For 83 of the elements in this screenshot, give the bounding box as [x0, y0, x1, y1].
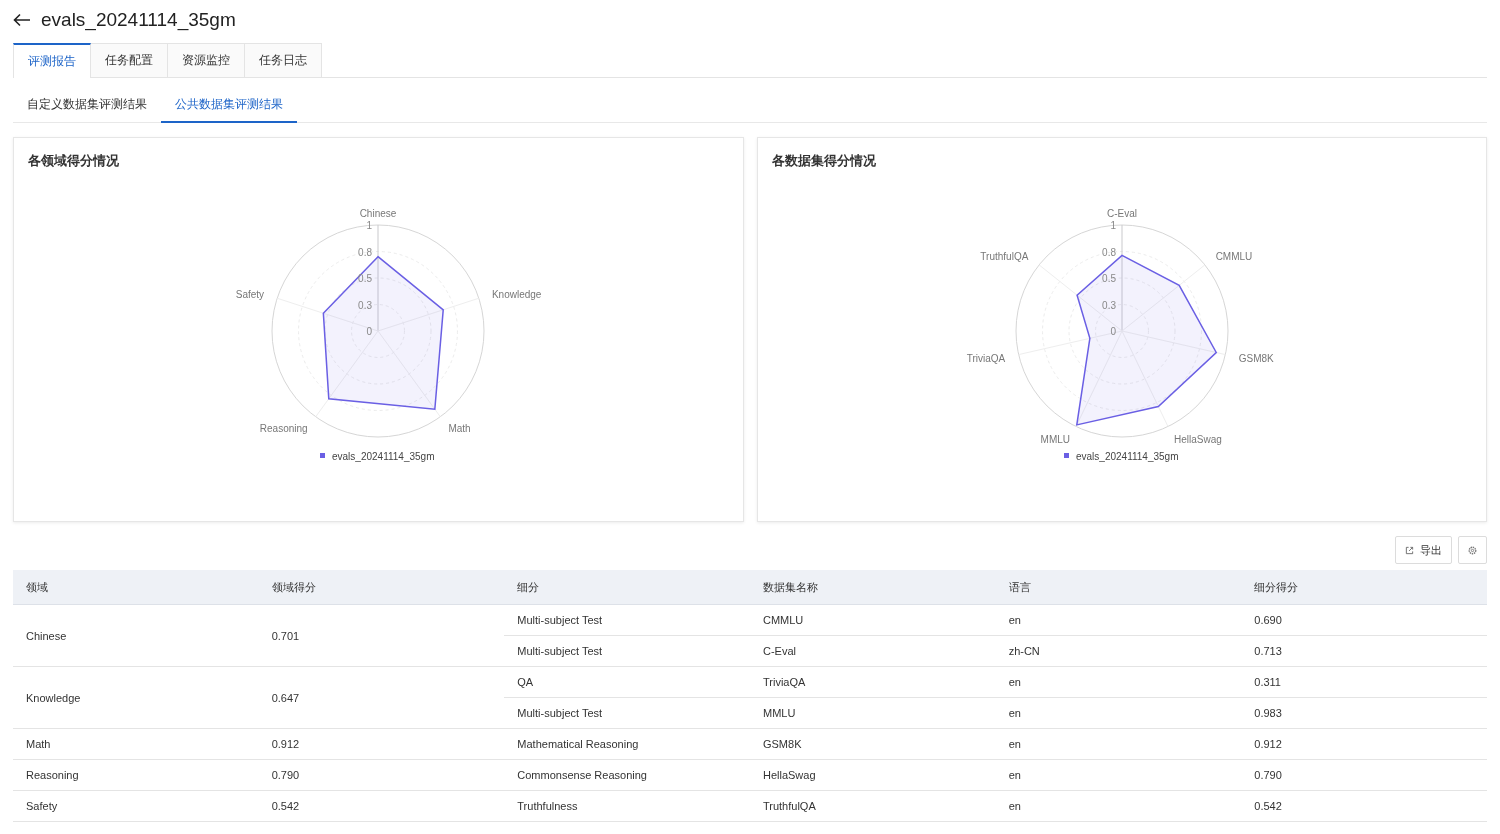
table-cell: CMMLU [749, 604, 996, 636]
table-cell: Multi-subject Test [504, 635, 750, 667]
table-cell: 0.542 [1241, 790, 1487, 822]
table-cell: en [995, 604, 1242, 636]
axis-label: Chinese [359, 208, 397, 219]
table-cell: zh-CN [995, 635, 1242, 667]
column-header: 细分得分 [1241, 570, 1487, 605]
table-cell: Multi-subject Test [504, 604, 750, 636]
table-cell: en [995, 790, 1242, 822]
table-cell: 0.912 [1241, 728, 1487, 760]
tick-label: 0.3 [358, 299, 373, 311]
column-header: 领域 [13, 570, 259, 605]
axis-label: HellaSwag [1173, 433, 1222, 445]
axis-label: TriviaQA [966, 352, 1005, 364]
subtab[interactable]: 自定义数据集评测结果 [13, 90, 161, 123]
table-cell: Multi-subject Test [504, 697, 750, 729]
tab[interactable]: 资源监控 [168, 43, 245, 77]
tick-label: 0.8 [358, 246, 373, 258]
table-cell: C-Eval [749, 635, 996, 667]
tick-label: 1 [366, 220, 373, 231]
table-cell: Safety [13, 790, 259, 822]
table-cell: 0.713 [1241, 635, 1487, 667]
tick-label: 0 [1110, 326, 1116, 337]
table-cell: 0.912 [258, 728, 505, 760]
table-cell: GSM8K [749, 728, 996, 760]
table-cell: 0.311 [1241, 666, 1487, 698]
axis-label: C-Eval [1106, 208, 1137, 219]
axis-label: TruthfulQA [980, 251, 1029, 263]
table-cell: 0.790 [1241, 759, 1487, 791]
axis-label: Knowledge [492, 289, 542, 300]
table-cell: 0.701 [258, 604, 505, 667]
tick-label: 0 [366, 326, 373, 337]
table-cell: 0.690 [1241, 604, 1487, 636]
axis-label: Math [448, 422, 471, 434]
tab[interactable]: 任务日志 [245, 43, 322, 77]
column-header: 语言 [995, 570, 1242, 605]
tab[interactable]: 任务配置 [91, 43, 168, 77]
table-cell: 0.542 [258, 790, 505, 822]
table-cell: Chinese [13, 604, 259, 667]
tick-label: 0.8 [1101, 246, 1116, 258]
table-cell: TruthfulQA [749, 790, 996, 822]
external-link-icon [1405, 545, 1414, 555]
table-cell: en [995, 759, 1242, 791]
axis-label: CMMLU [1215, 251, 1253, 263]
table-cell: HellaSwag [749, 759, 996, 791]
table-cell: TriviaQA [749, 666, 996, 698]
tab[interactable]: 评测报告 [13, 43, 91, 78]
table-cell: 0.790 [258, 759, 505, 791]
table-cell: en [995, 666, 1242, 698]
table-cell: en [995, 728, 1242, 760]
table-cell: Knowledge [13, 666, 259, 729]
subtab[interactable]: 公共数据集评测结果 [161, 90, 297, 123]
legend-swatch [320, 453, 326, 458]
tick-label: 0.5 [1101, 273, 1116, 284]
table-cell: QA [504, 666, 750, 698]
table-cell: MMLU [749, 697, 996, 729]
column-header: 细分 [504, 570, 750, 605]
chart-title: 各领域得分情况 [28, 152, 119, 170]
axis-label: GSM8K [1238, 352, 1274, 364]
export-button[interactable]: 导出 [1395, 536, 1452, 564]
page-title: evals_20241114_35gm [41, 9, 236, 31]
legend-swatch [1063, 453, 1069, 458]
legend-label: evals_20241114_35gm [332, 451, 435, 462]
axis-label: Safety [235, 289, 265, 300]
legend-label: evals_20241114_35gm [1075, 451, 1179, 462]
back-arrow-icon[interactable] [13, 13, 31, 27]
tick-label: 1 [1110, 220, 1116, 231]
table-cell: 0.647 [258, 666, 505, 729]
settings-icon [1468, 545, 1477, 555]
tick-label: 0.3 [1101, 299, 1116, 311]
tick-label: 0.5 [358, 273, 373, 284]
axis-label: Reasoning [260, 422, 308, 434]
table-cell: Reasoning [13, 759, 259, 791]
table-cell: Truthfulness [504, 790, 750, 822]
table-cell: Mathematical Reasoning [504, 728, 750, 760]
table-cell: Math [13, 728, 259, 760]
column-header: 数据集名称 [749, 570, 996, 605]
table-cell: en [995, 697, 1242, 729]
table-cell: Commonsense Reasoning [504, 759, 750, 791]
axis-label: MMLU [1040, 433, 1070, 445]
chart-title: 各数据集得分情况 [771, 152, 876, 170]
column-header: 领域得分 [258, 570, 505, 605]
table-cell: 0.983 [1241, 697, 1487, 729]
